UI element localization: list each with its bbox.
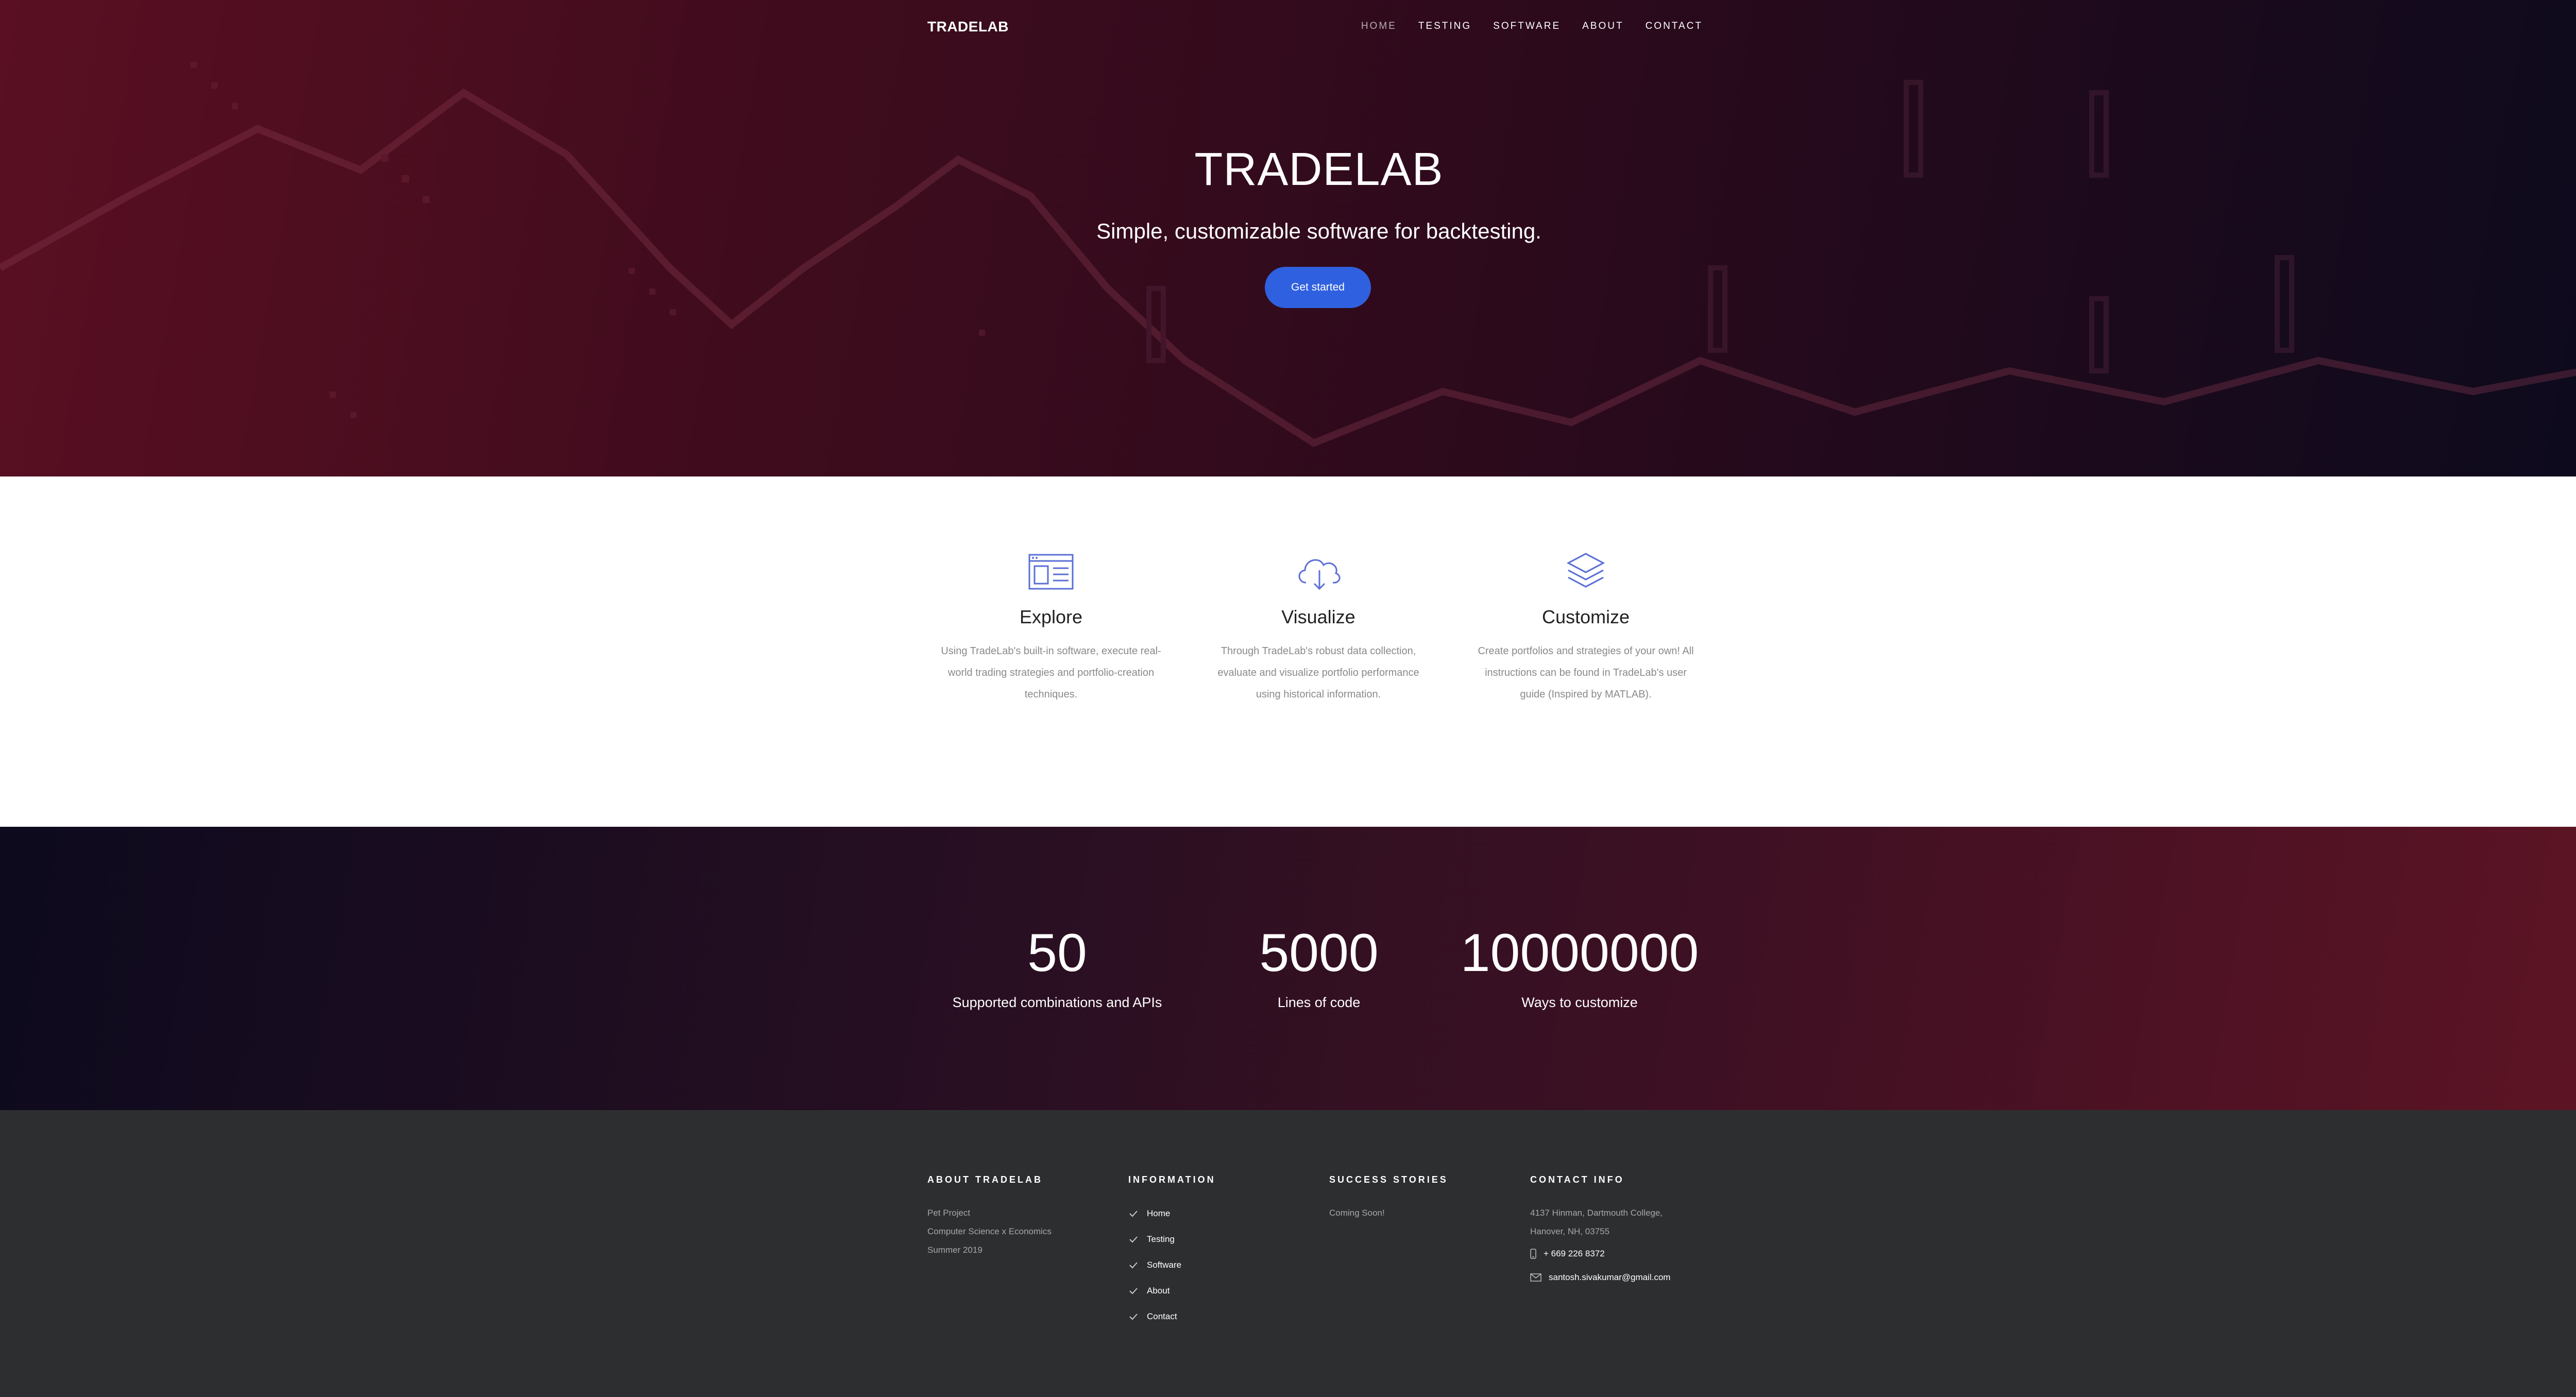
footer-link-label: Testing: [1147, 1234, 1175, 1244]
footer-link-about[interactable]: About: [1128, 1278, 1216, 1304]
stat-label: Lines of code: [1277, 995, 1361, 1010]
footer-about-line: Pet Project: [927, 1208, 971, 1218]
hero-title: TRADELAB: [1194, 144, 1444, 195]
stat-label: Supported combinations and APIs: [952, 995, 1162, 1010]
nav-item-software[interactable]: SOFTWARE: [1493, 21, 1561, 32]
stacked-layers-icon: [1566, 553, 1605, 588]
stat-lines-of-code: 5000 Lines of code: [1185, 925, 1453, 1011]
footer-links: Home Testing Software About Contact: [1128, 1201, 1216, 1330]
check-icon: [1129, 1314, 1138, 1320]
feature-title: Explore: [1019, 606, 1083, 627]
stat-value: 5000: [1259, 923, 1379, 983]
phone-icon: [1530, 1249, 1536, 1259]
brand-logo[interactable]: TRADELAB: [927, 19, 1009, 35]
nav-item-testing[interactable]: TESTING: [1418, 21, 1471, 32]
footer-about-line: Summer 2019: [927, 1245, 982, 1255]
check-icon: [1129, 1236, 1138, 1243]
stat-combinations: 50 Supported combinations and APIs: [923, 925, 1191, 1011]
footer-information-column: INFORMATION Home Testing Software About …: [1128, 1174, 1216, 1330]
footer-link-label: Contact: [1147, 1311, 1177, 1321]
footer-success-column: SUCCESS STORIES Coming Soon!: [1329, 1174, 1448, 1222]
footer-heading: ABOUT TRADELAB: [927, 1174, 1043, 1185]
footer-link-label: Home: [1147, 1208, 1171, 1218]
nav-item-home[interactable]: HOME: [1361, 21, 1397, 32]
stat-label: Ways to customize: [1521, 995, 1638, 1010]
nav-menu: HOME TESTING SOFTWARE ABOUT CONTACT: [1361, 21, 1703, 32]
contact-email-text: santosh.sivakumar@gmail.com: [1549, 1272, 1671, 1282]
envelope-icon: [1530, 1273, 1541, 1282]
top-navigation: TRADELAB HOME TESTING SOFTWARE ABOUT CON…: [927, 19, 1703, 39]
footer-link-testing[interactable]: Testing: [1128, 1226, 1216, 1252]
footer-contact-column: CONTACT INFO 4137 Hinman, Dartmouth Coll…: [1530, 1174, 1670, 1290]
footer-success-text: Coming Soon!: [1329, 1208, 1385, 1218]
nav-item-about[interactable]: ABOUT: [1582, 21, 1623, 32]
feature-title: Visualize: [1281, 606, 1355, 627]
check-icon: [1129, 1288, 1138, 1294]
stat-value: 50: [1027, 923, 1087, 983]
footer-about-column: ABOUT TRADELAB Pet Project Computer Scie…: [927, 1174, 1052, 1259]
stats-section: 50 Supported combinations and APIs 5000 …: [0, 827, 2576, 1110]
footer-link-label: About: [1147, 1286, 1170, 1296]
feature-text: Create portfolios and strategies of your…: [1478, 645, 1694, 700]
nav-item-contact[interactable]: CONTACT: [1646, 21, 1703, 32]
footer-about-line: Computer Science x Economics: [927, 1226, 1052, 1236]
contact-phone-text: + 669 226 8372: [1544, 1249, 1605, 1258]
footer-heading: INFORMATION: [1128, 1174, 1216, 1185]
contact-address-line: Hanover, NH, 03755: [1530, 1226, 1610, 1236]
footer: ABOUT TRADELAB Pet Project Computer Scie…: [0, 1110, 2576, 1397]
contact-address-line: 4137 Hinman, Dartmouth College,: [1530, 1208, 1663, 1218]
get-started-button[interactable]: Get started: [1265, 267, 1371, 308]
feature-text: Through TradeLab's robust data collectio…: [1217, 645, 1419, 700]
hero-subtitle: Simple, customizable software for backte…: [1096, 219, 1541, 243]
footer-link-home[interactable]: Home: [1128, 1201, 1216, 1226]
cloud-download-icon: [1298, 559, 1341, 590]
stat-ways-to-customize: 10000000 Ways to customize: [1446, 925, 1714, 1011]
feature-customize: Customize Create portfolios and strategi…: [1475, 549, 1697, 705]
footer-heading: SUCCESS STORIES: [1329, 1174, 1448, 1185]
feature-text: Using TradeLab's built-in software, exec…: [941, 645, 1161, 700]
hero-section: TRADELAB HOME TESTING SOFTWARE ABOUT CON…: [0, 0, 2576, 476]
footer-link-label: Software: [1147, 1260, 1182, 1270]
feature-explore: Explore Using TradeLab's built-in softwa…: [940, 549, 1162, 705]
feature-visualize: Visualize Through TradeLab's robust data…: [1208, 549, 1429, 705]
browser-window-icon: [1028, 554, 1074, 590]
check-icon: [1129, 1262, 1138, 1269]
stat-value: 10000000: [1460, 923, 1699, 983]
footer-link-software[interactable]: Software: [1128, 1252, 1216, 1278]
contact-phone[interactable]: + 669 226 8372: [1530, 1241, 1670, 1267]
feature-title: Customize: [1541, 606, 1630, 627]
footer-heading: CONTACT INFO: [1530, 1174, 1624, 1185]
footer-link-contact[interactable]: Contact: [1128, 1304, 1216, 1330]
features-section: Explore Using TradeLab's built-in softwa…: [0, 476, 2576, 827]
contact-email[interactable]: santosh.sivakumar@gmail.com: [1530, 1265, 1670, 1290]
check-icon: [1129, 1211, 1138, 1217]
